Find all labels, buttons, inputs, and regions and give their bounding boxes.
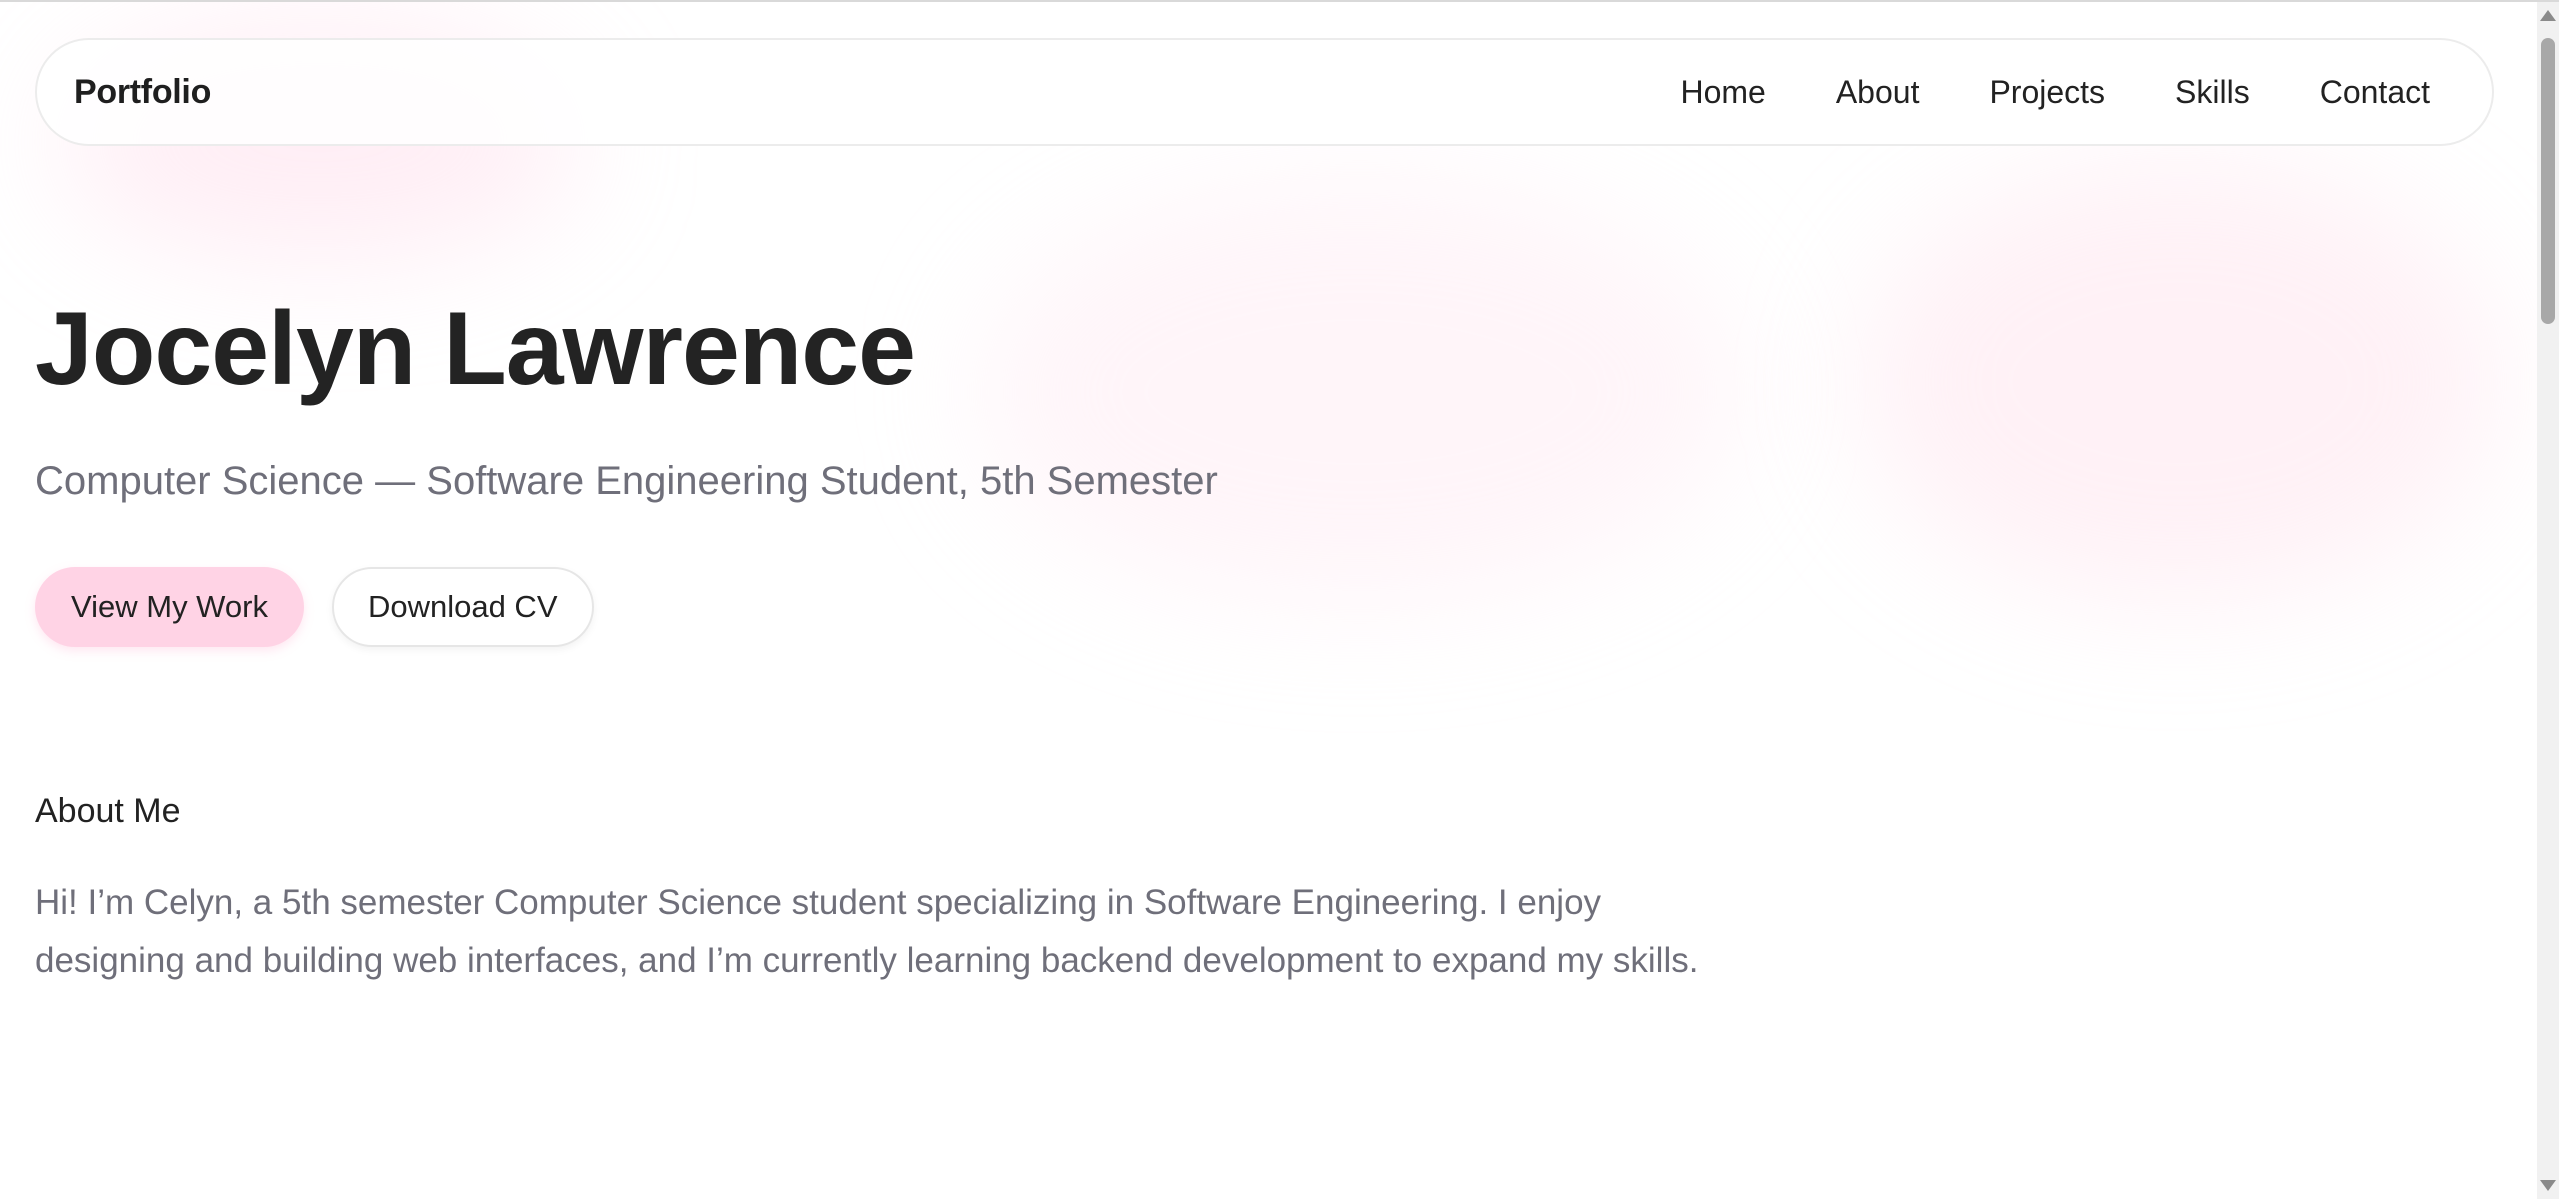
nav-link-projects[interactable]: Projects xyxy=(1989,74,2105,111)
hero-subtitle: Computer Science — Software Engineering … xyxy=(35,459,1218,503)
about-text: Hi! I’m Celyn, a 5th semester Computer S… xyxy=(35,883,1699,980)
page: Portfolio Home About Projects Skills Con… xyxy=(0,0,2559,1199)
brand-logo[interactable]: Portfolio xyxy=(74,73,211,112)
about-section-title: About Me xyxy=(35,792,181,830)
nav-links: Home About Projects Skills Contact xyxy=(1680,74,2430,111)
nav-link-home[interactable]: Home xyxy=(1680,74,1765,111)
nav-link-about[interactable]: About xyxy=(1836,74,1920,111)
scroll-down-icon[interactable] xyxy=(2540,1180,2556,1191)
nav-link-skills[interactable]: Skills xyxy=(2175,74,2250,111)
background-glow xyxy=(980,182,1740,602)
scroll-thumb[interactable] xyxy=(2541,38,2555,324)
top-navbar: Portfolio Home About Projects Skills Con… xyxy=(35,38,2494,146)
view-my-work-button[interactable]: View My Work xyxy=(35,567,304,647)
hero-name: Jocelyn Lawrence xyxy=(35,291,916,407)
nav-link-contact[interactable]: Contact xyxy=(2320,74,2430,111)
vertical-scrollbar[interactable] xyxy=(2537,2,2559,1199)
hero-actions: View My Work Download CV xyxy=(35,567,594,647)
download-cv-button[interactable]: Download CV xyxy=(331,567,594,647)
scroll-up-icon[interactable] xyxy=(2540,10,2556,21)
background-glow xyxy=(1860,162,2500,602)
